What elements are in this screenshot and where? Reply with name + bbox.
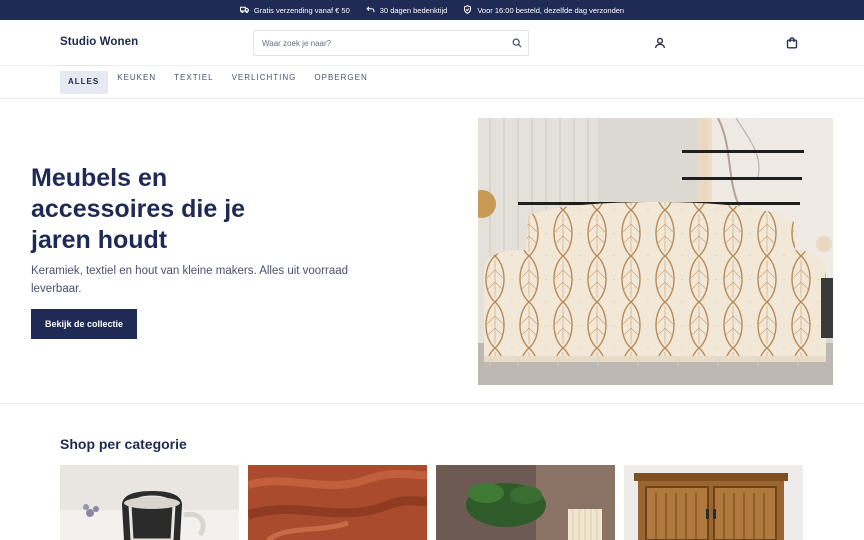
site-header: Studio Wonen [0, 20, 864, 66]
shopping-bag-icon[interactable] [785, 36, 799, 50]
logo[interactable]: Studio Wonen [60, 36, 138, 48]
category-section-title: Shop per categorie [60, 436, 187, 452]
view-collection-button[interactable]: Bekijk de collectie [31, 309, 137, 339]
category-card-verlichting[interactable] [436, 465, 615, 540]
search-icon[interactable] [506, 31, 528, 55]
hero-sofa-image [478, 118, 833, 385]
tab-keuken[interactable]: KEUKEN [108, 71, 165, 94]
category-card-opbergen[interactable] [624, 465, 803, 540]
category-nav: ALLES KEUKEN TEXTIEL VERLICHTING OPBERGE… [0, 66, 864, 99]
perk-text: 30 dagen bedenktijd [379, 5, 448, 15]
tab-opbergen[interactable]: OPBERGEN [305, 71, 376, 94]
category-card-textiel[interactable] [248, 465, 427, 540]
category-grid [60, 465, 803, 540]
search-bar [253, 30, 529, 56]
perk-returns: 30 dagen bedenktijd [366, 5, 448, 16]
truck-icon [239, 5, 249, 16]
perk-dispatch: Voor 16:00 besteld, dezelfde dag verzond… [463, 4, 625, 16]
hero-section: Meubels en accessoires die je jaren houd… [0, 99, 864, 404]
tab-textiel[interactable]: TEXTIEL [165, 71, 222, 94]
shield-icon [463, 4, 472, 16]
hero-subtitle: Keramiek, textiel en hout van kleine mak… [31, 265, 349, 295]
perk-shipping: Gratis verzending vanaf € 50 [239, 5, 350, 16]
return-arrow-icon [366, 5, 375, 16]
tab-verlichting[interactable]: VERLICHTING [223, 71, 306, 94]
perk-text: Voor 16:00 besteld, dezelfde dag verzond… [477, 5, 625, 15]
search-input[interactable] [254, 31, 506, 55]
announcement-bar: Gratis verzending vanaf € 50 30 dagen be… [0, 0, 864, 20]
perk-text: Gratis verzending vanaf € 50 [253, 5, 350, 15]
user-icon[interactable] [653, 36, 667, 50]
category-card-keuken[interactable] [60, 465, 239, 540]
hero-title: Meubels en accessoires die je jaren houd… [31, 164, 246, 254]
tab-alles[interactable]: ALLES [60, 71, 109, 94]
